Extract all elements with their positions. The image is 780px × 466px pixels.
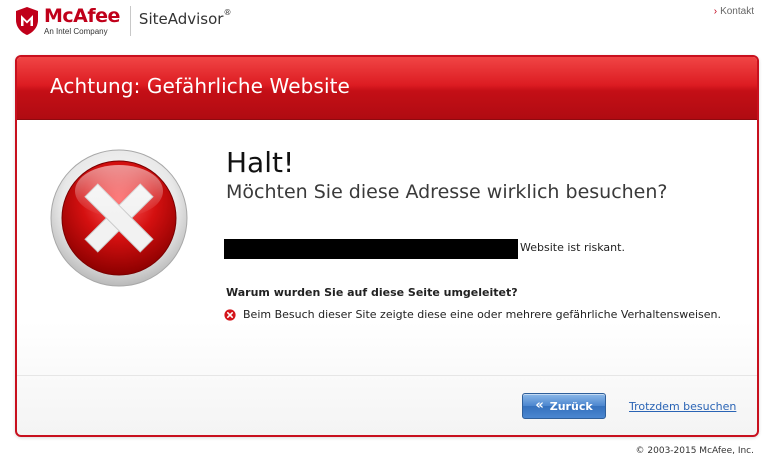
brand-subtitle: An Intel Company [44, 26, 108, 36]
logo-divider [129, 6, 131, 36]
confirmation-question: Möchten Sie diese Adresse wirklich besuc… [226, 181, 668, 203]
reason-item: Beim Besuch dieser Site zeigte diese ein… [224, 308, 721, 321]
mcafee-siteadvisor-logo: McAfee An Intel Company SiteAdvisor® [14, 4, 231, 38]
back-button[interactable]: « Zurück [522, 393, 606, 419]
brand-name: McAfee [44, 4, 120, 27]
brand-block: McAfee An Intel Company [44, 4, 120, 36]
dialog-title: Achtung: Gefährliche Website [50, 74, 350, 98]
chevron-right-icon: › [713, 6, 718, 17]
red-x-error-icon [50, 149, 188, 287]
dialog-footer-divider [17, 375, 757, 376]
contact-link-label: Kontakt [720, 6, 754, 17]
halt-headline: Halt! [226, 146, 295, 179]
small-red-x-icon [224, 308, 236, 321]
copyright-text: © 2003-2015 McAfee, Inc. [635, 446, 754, 456]
back-button-label: Zurück [549, 399, 593, 413]
risky-notice: Website ist riskant. [520, 241, 625, 254]
redacted-url [224, 239, 518, 259]
reason-text: Beim Besuch dieser Site zeigte diese ein… [243, 308, 721, 321]
double-chevron-left-icon: « [535, 397, 544, 413]
registered-mark: ® [223, 8, 232, 17]
mcafee-shield-icon [16, 7, 38, 35]
dialog-header: Achtung: Gefährliche Website [17, 57, 757, 120]
why-redirected-heading: Warum wurden Sie auf diese Seite umgelei… [226, 286, 518, 299]
contact-link[interactable]: › Kontakt [714, 6, 754, 17]
warning-dialog: Achtung: Gefährliche Website Halt! Möcht… [15, 55, 759, 437]
product-name: SiteAdvisor® [138, 8, 232, 28]
proceed-anyway-link[interactable]: Trotzdem besuchen [629, 400, 736, 413]
product-name-text: SiteAdvisor [138, 10, 224, 28]
siteadvisor-warning-page: McAfee An Intel Company SiteAdvisor® › Ko… [0, 0, 780, 466]
